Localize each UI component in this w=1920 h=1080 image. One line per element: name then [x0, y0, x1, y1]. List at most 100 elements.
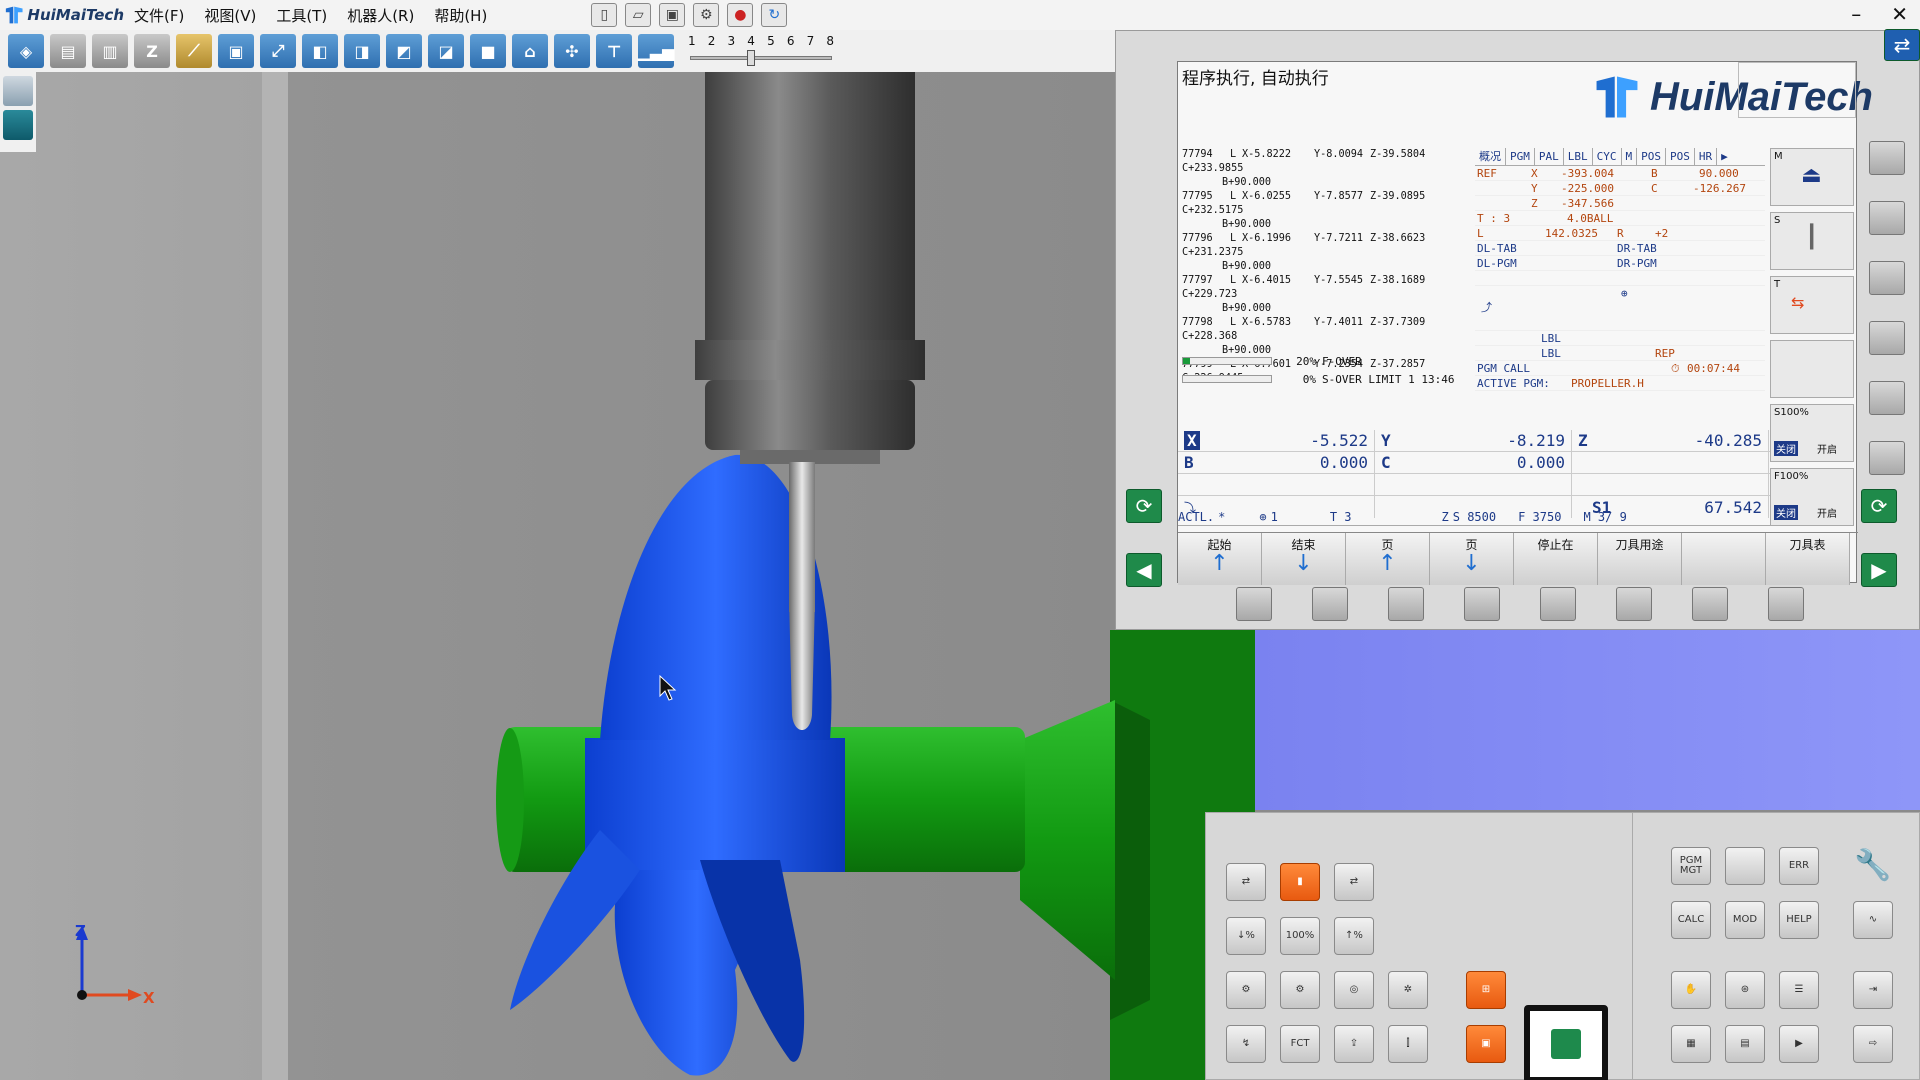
softkey-hw-4[interactable]: [1464, 587, 1500, 621]
save-icon[interactable]: ▣: [659, 3, 686, 27]
next-softkey-button[interactable]: ▶: [1861, 553, 1897, 587]
setup-key-1[interactable]: ⚙: [1226, 971, 1266, 1009]
close-button[interactable]: ✕: [1891, 2, 1908, 26]
softkey-8[interactable]: 刀具表: [1766, 533, 1850, 585]
cube-top-icon[interactable]: ◨: [344, 34, 380, 68]
refresh-left-button[interactable]: ⟳: [1126, 489, 1162, 523]
fct-key[interactable]: FCT: [1280, 1025, 1320, 1063]
fixture-icon[interactable]: ▥: [92, 34, 128, 68]
softkey-2[interactable]: 结束 ↓: [1262, 533, 1346, 585]
menu-robot[interactable]: 机器人(R): [337, 5, 424, 26]
zero-icon[interactable]: Z: [134, 34, 170, 68]
3d-view-icon[interactable]: ◈: [8, 34, 44, 68]
program-line[interactable]: 77795 L X-6.0255 Y-7.8577 Z-39.0895 C+232.517…: [1182, 190, 1470, 218]
menu-tools[interactable]: 工具(T): [266, 5, 337, 26]
fit-icon[interactable]: ⤢: [260, 34, 296, 68]
program-icon[interactable]: ▤: [1725, 1025, 1765, 1063]
mdi-key[interactable]: ⇄: [1334, 863, 1374, 901]
menu-help[interactable]: 帮助(H): [424, 5, 497, 26]
tab-lbl[interactable]: LBL: [1564, 148, 1593, 165]
cube-iso-icon[interactable]: ■: [470, 34, 506, 68]
feed-minus-key[interactable]: ↓%: [1226, 917, 1266, 955]
tab-cyc[interactable]: CYC: [1593, 148, 1622, 165]
wrench-icon[interactable]: 🔧: [1853, 847, 1893, 885]
program-line[interactable]: 77794 L X-5.8222 Y-8.0094 Z-39.5804 C+233.985…: [1182, 148, 1470, 176]
handwheel-key[interactable]: ↯: [1226, 1025, 1266, 1063]
side-key-1[interactable]: [1869, 141, 1905, 175]
program-listing[interactable]: 77794 L X-5.8222 Y-8.0094 Z-39.5804 C+233.985…: [1178, 148, 1470, 383]
program-test-key[interactable]: ⊞: [1466, 971, 1506, 1009]
menu-file[interactable]: 文件(F): [124, 5, 194, 26]
program-line[interactable]: 77798 L X-6.5783 Y-7.4011 Z-37.7309 C+228.368: [1182, 316, 1470, 344]
waveform-icon[interactable]: ∿: [1853, 901, 1893, 939]
tab-overview[interactable]: 概况: [1475, 148, 1506, 165]
feed-100-key[interactable]: 100%: [1280, 917, 1320, 955]
softkey-hw-6[interactable]: [1616, 587, 1652, 621]
blank-key[interactable]: [1725, 847, 1765, 885]
refresh-right-button[interactable]: ⟳: [1861, 489, 1897, 523]
new-file-icon[interactable]: ▯: [591, 3, 618, 27]
calc-key[interactable]: CALC: [1671, 901, 1711, 939]
softkey-1[interactable]: 起始 ↑: [1178, 533, 1262, 585]
ruler-icon[interactable]: ⟋: [176, 34, 212, 68]
manual-key[interactable]: ▣: [1466, 1025, 1506, 1063]
softkey-5[interactable]: 停止在: [1514, 533, 1598, 585]
tab-pos2[interactable]: POS: [1666, 148, 1695, 165]
swap-panel-icon[interactable]: ⇄: [1884, 29, 1920, 61]
single-block-mode-icon[interactable]: ☰: [1779, 971, 1819, 1009]
robot-key[interactable]: ✲: [1388, 971, 1428, 1009]
traffic-light-icon[interactable]: ●: [727, 3, 754, 27]
speed-thumb[interactable]: [747, 50, 756, 66]
tool-icon[interactable]: ⊤: [596, 34, 632, 68]
cube-right-icon[interactable]: ◪: [428, 34, 464, 68]
setup-key-2[interactable]: ⚙: [1280, 971, 1320, 1009]
speed-slider[interactable]: 1 2 3 4 5 6 7 8: [686, 34, 836, 68]
open-file-icon[interactable]: ▱: [625, 3, 652, 27]
cube-left-icon[interactable]: ◩: [386, 34, 422, 68]
machine-icon[interactable]: ⌂: [512, 34, 548, 68]
program-line[interactable]: 77796 L X-6.1996 Y-7.7211 Z-38.6623 C+231.237…: [1182, 232, 1470, 260]
tab-hr[interactable]: HR: [1695, 148, 1718, 165]
cube-front-icon[interactable]: ◧: [302, 34, 338, 68]
test-run-icon[interactable]: ⇨: [1853, 1025, 1893, 1063]
monitor-icon[interactable]: [3, 110, 33, 140]
handwheel-mode-icon[interactable]: ⊛: [1725, 971, 1765, 1009]
speed-bars-icon[interactable]: ▁▃▅: [638, 34, 674, 68]
run-icon[interactable]: ▶: [1779, 1025, 1819, 1063]
setup-key-3[interactable]: ◎: [1334, 971, 1374, 1009]
upload-key[interactable]: ⇪: [1334, 1025, 1374, 1063]
softkey-7[interactable]: [1682, 533, 1766, 585]
positioning-icon[interactable]: ⇥: [1853, 971, 1893, 1009]
softkey-hw-5[interactable]: [1540, 587, 1576, 621]
menu-view[interactable]: 视图(V): [194, 5, 266, 26]
layers-icon[interactable]: [3, 76, 33, 106]
camera-icon[interactable]: ▣: [218, 34, 254, 68]
side-key-2[interactable]: [1869, 201, 1905, 235]
workpiece-icon[interactable]: ▤: [50, 34, 86, 68]
tab-pos[interactable]: POS: [1637, 148, 1666, 165]
minimize-button[interactable]: –: [1851, 2, 1861, 26]
side-key-4[interactable]: [1869, 321, 1905, 355]
err-key[interactable]: ERR: [1779, 847, 1819, 885]
tab-pal[interactable]: PAL: [1535, 148, 1564, 165]
tab-m[interactable]: M: [1622, 148, 1638, 165]
softkey-hw-8[interactable]: [1768, 587, 1804, 621]
refresh-icon[interactable]: ↻: [761, 3, 788, 27]
program-run-key[interactable]: ▮: [1280, 863, 1320, 901]
program-line[interactable]: 77797 L X-6.4015 Y-7.5545 Z-38.1689 C+229.723: [1182, 274, 1470, 302]
softkey-6[interactable]: 刀具用途: [1598, 533, 1682, 585]
split-screen-key[interactable]: ⫿: [1388, 1025, 1428, 1063]
hand-mode-icon[interactable]: ✋: [1671, 971, 1711, 1009]
tool-setter-icon[interactable]: ✣: [554, 34, 590, 68]
edit-icon[interactable]: ▦: [1671, 1025, 1711, 1063]
tab-pgm[interactable]: PGM: [1506, 148, 1535, 165]
mod-key[interactable]: MOD: [1725, 901, 1765, 939]
softkey-hw-1[interactable]: [1236, 587, 1272, 621]
side-key-5[interactable]: [1869, 381, 1905, 415]
feed-plus-key[interactable]: ↑%: [1334, 917, 1374, 955]
side-key-3[interactable]: [1869, 261, 1905, 295]
softkey-hw-3[interactable]: [1388, 587, 1424, 621]
single-block-key[interactable]: ⇄: [1226, 863, 1266, 901]
side-key-6[interactable]: [1869, 441, 1905, 475]
pgm-mgt-key[interactable]: PGM MGT: [1671, 847, 1711, 885]
